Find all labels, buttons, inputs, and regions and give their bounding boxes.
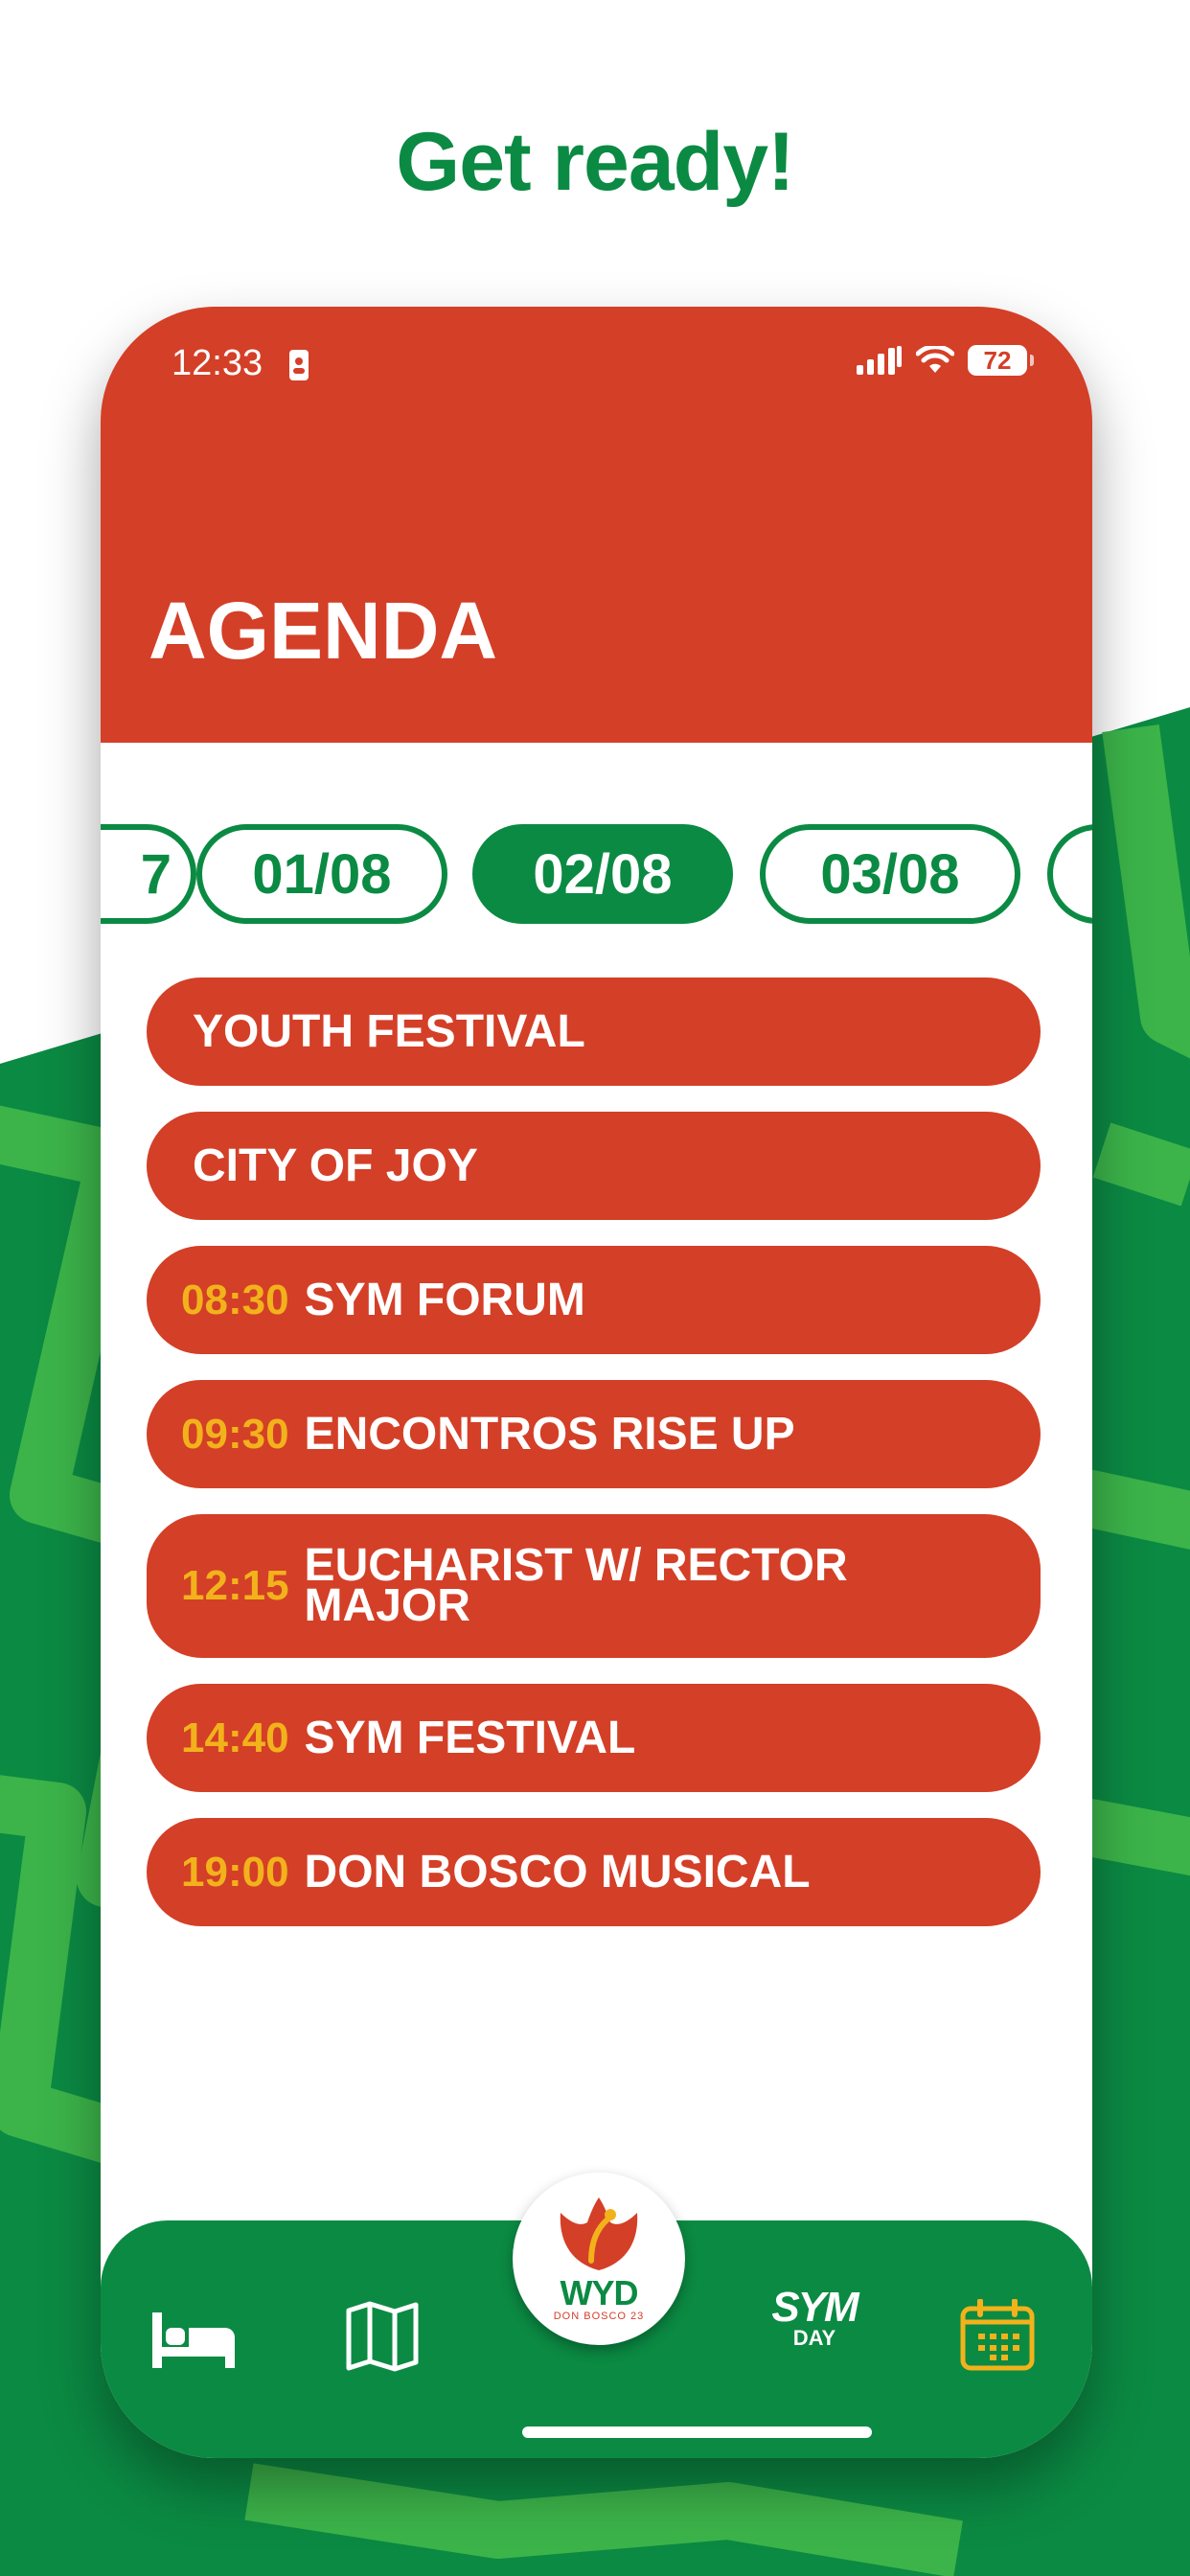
event-item[interactable]: YOUTH FESTIVAL [147,978,1041,1086]
event-time: 14:40 [181,1714,289,1761]
logo-subtitle: DON BOSCO 23 [553,2311,645,2322]
bottom-tab-bar: WYD DON BOSCO 23 SYM DAY [101,2173,1092,2458]
event-list: YOUTH FESTIVAL CITY OF JOY 08:30 SYM FOR… [147,978,1041,1952]
date-selector: 7 01/08 02/08 03/08 [101,824,1092,930]
event-name: CITY OF JOY [193,1139,478,1191]
event-name: YOUTH FESTIVAL [193,1005,585,1057]
event-name: DON BOSCO MUSICAL [304,1846,811,1898]
sym-day-bottom: DAY [792,2326,836,2350]
date-pill-0208[interactable]: 02/08 [472,824,733,924]
headline: Get ready! [396,116,794,208]
event-item[interactable]: 12:15 EUCHARIST W/ RECTOR MAJOR [147,1514,1041,1658]
page-title: AGENDA [149,586,498,676]
battery-indicator: 72 [968,345,1034,376]
event-time: 08:30 [181,1276,289,1323]
sym-day-tab[interactable]: SYM DAY [762,2284,867,2350]
event-time: 09:30 [181,1410,289,1458]
status-time: 12:33 [172,343,263,383]
sym-day-top: SYM [771,2284,858,2331]
event-item[interactable]: 09:30 ENCONTROS RISE UP [147,1380,1041,1488]
event-item[interactable]: 14:40 SYM FESTIVAL [147,1684,1041,1792]
calendar-icon[interactable] [959,2299,1036,2372]
event-item[interactable]: 19:00 DON BOSCO MUSICAL [147,1818,1041,1926]
contact-card-icon [289,350,309,380]
logo-text: WYD [560,2273,639,2312]
wyd-flower-icon [560,2197,638,2270]
event-time: 12:15 [181,1562,289,1609]
signal-icon [857,346,902,375]
event-name: SYM FESTIVAL [304,1712,636,1763]
date-pill-0108[interactable]: 01/08 [196,824,447,924]
status-indicators: 72 [857,345,1034,376]
bed-icon[interactable] [150,2309,237,2370]
event-name: EUCHARIST W/ RECTOR MAJOR [304,1540,848,1631]
event-name: ENCONTROS RISE UP [304,1408,795,1460]
date-pill-0308[interactable]: 03/08 [760,824,1020,924]
event-time: 19:00 [181,1848,289,1896]
date-pill-next[interactable] [1047,824,1092,924]
event-item[interactable]: CITY OF JOY [147,1112,1041,1220]
phone-screen: 12:33 72 AGENDA 7 01/08 02/08 03/08 YOUT… [101,307,1092,2458]
event-item[interactable]: 08:30 SYM FORUM [147,1246,1041,1354]
event-name: SYM FORUM [304,1274,585,1325]
home-indicator[interactable] [522,2426,872,2438]
wifi-icon [916,346,954,373]
date-pill-previous[interactable]: 7 [101,824,196,924]
app-header: 12:33 72 AGENDA [101,307,1092,743]
map-icon[interactable] [346,2301,419,2372]
wyd-logo-button[interactable]: WYD DON BOSCO 23 [513,2173,685,2345]
